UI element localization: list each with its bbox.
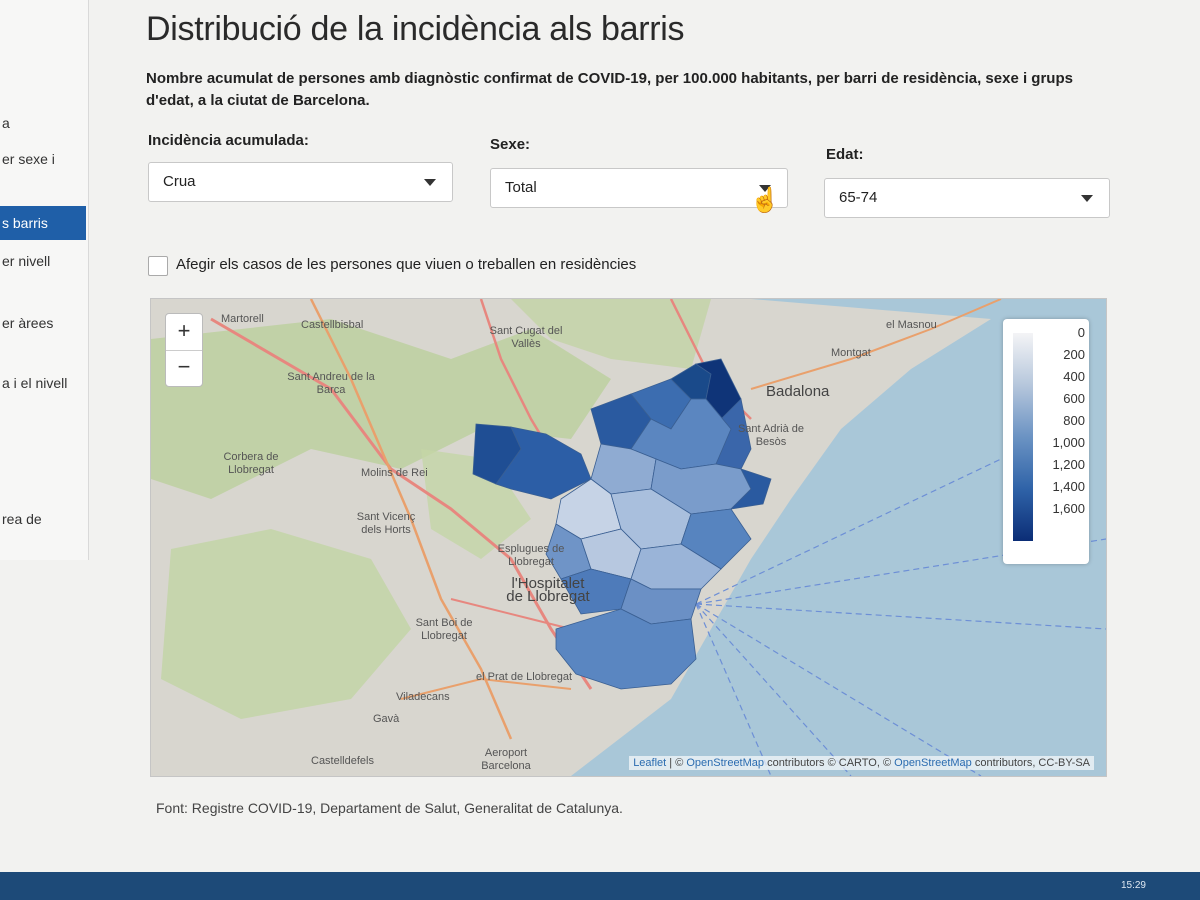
sexe-label: Sexe: (490, 136, 531, 153)
clock: 15:29 (1120, 880, 1146, 891)
legend-tick: 0 (1077, 325, 1085, 340)
place-label-sant-boi: Sant Boi de Llobregat (415, 617, 473, 642)
place-label-sant-adria: Sant Adrià de Besòs (737, 423, 805, 448)
place-label-aeroport: Aeroport Barcelona (481, 747, 531, 772)
place-label-hospitalet: l'Hospitalet de Llobregat (506, 575, 590, 605)
attribution-sep: | © (666, 757, 687, 769)
place-label-sant-andreu-barca: Sant Andreu de la Barca (287, 371, 375, 396)
sexe-value: Total (505, 179, 537, 196)
os-taskbar: 15:29 (0, 872, 1200, 900)
legend-tick: 800 (1063, 413, 1085, 428)
leaflet-link[interactable]: Leaflet (633, 757, 666, 769)
sidebar-item-area[interactable]: rea de (0, 502, 86, 536)
map-attribution: Leaflet | © OpenStreetMap contributors ©… (629, 756, 1094, 770)
incidencia-label: Incidència acumulada: (148, 132, 309, 149)
legend-tick: 1,600 (1052, 501, 1085, 516)
attribution-mid: contributors © CARTO, © (764, 757, 895, 769)
place-label-badalona: Badalona (766, 383, 830, 400)
place-label-sant-vicenc: Sant Vicenç dels Horts (356, 511, 416, 536)
place-label-molins: Molins de Rei (361, 467, 428, 479)
place-label-gava: Gavà (373, 713, 400, 725)
sexe-select[interactable]: Total (490, 168, 788, 208)
place-label-martorell: Martorell (221, 313, 264, 325)
chevron-down-icon (424, 179, 436, 186)
chevron-down-icon (1081, 195, 1093, 202)
zoom-out-button[interactable]: − (166, 350, 202, 386)
sidebar-item-nivell[interactable]: er nivell (0, 244, 86, 278)
legend-color-scale (1013, 333, 1033, 541)
residencies-checkbox[interactable] (148, 256, 168, 276)
legend-tick: 1,400 (1052, 479, 1085, 494)
osm-link[interactable]: OpenStreetMap (686, 757, 764, 769)
sidebar-item-arees[interactable]: er àrees (0, 306, 86, 340)
place-label-el-masnou: el Masnou (886, 319, 937, 331)
place-label-corbera: Corbera de Llobregat (223, 451, 279, 476)
choropleth-map[interactable]: Martorell Castellbisbal Sant Cugat del V… (150, 298, 1107, 777)
legend-tick: 1,000 (1052, 435, 1085, 450)
osm-link-2[interactable]: OpenStreetMap (894, 757, 972, 769)
edat-value: 65-74 (839, 189, 878, 206)
sidebar-item-1[interactable]: a (0, 106, 86, 140)
map-legend: 0 200 400 600 800 1,000 1,200 1,400 1,60… (1003, 319, 1089, 564)
page-title: Distribució de la incidència als barris (146, 10, 685, 48)
edat-label: Edat: (826, 146, 864, 163)
sidebar-item-2[interactable]: er sexe i (0, 142, 86, 176)
legend-tick: 400 (1063, 369, 1085, 384)
sidebar: a er sexe i s barris er nivell er àrees … (0, 0, 89, 560)
page-subtitle: Nombre acumulat de persones amb diagnòst… (146, 70, 1073, 109)
place-label-montgat: Montgat (831, 347, 871, 359)
zoom-control: + − (165, 313, 203, 387)
place-label-el-prat: el Prat de Llobregat (476, 671, 573, 683)
zoom-in-button[interactable]: + (166, 314, 202, 351)
data-source: Font: Registre COVID-19, Departament de … (156, 800, 623, 816)
attribution-end: contributors, CC-BY-SA (971, 757, 1090, 769)
sidebar-item-barris[interactable]: s barris (0, 206, 86, 240)
incidencia-select[interactable]: Crua (148, 162, 453, 202)
hand-cursor-icon: ☝ (750, 187, 780, 214)
legend-tick: 600 (1063, 391, 1085, 406)
edat-select[interactable]: 65-74 (824, 178, 1110, 218)
place-label-esplugues: Esplugues de Llobregat (497, 543, 565, 568)
residencies-checkbox-label: Afegir els casos de les persones que viu… (176, 256, 637, 273)
place-label-sant-cugat: Sant Cugat del Vallès (489, 325, 563, 350)
sidebar-item-el-nivell[interactable]: a i el nivell (0, 366, 86, 400)
legend-tick: 1,200 (1052, 457, 1085, 472)
place-label-castelldefels: Castelldefels (311, 755, 374, 767)
legend-tick: 200 (1063, 347, 1085, 362)
place-label-castellbisbal: Castellbisbal (301, 319, 364, 331)
incidencia-value: Crua (163, 173, 196, 190)
place-label-viladecans: Viladecans (396, 691, 450, 703)
